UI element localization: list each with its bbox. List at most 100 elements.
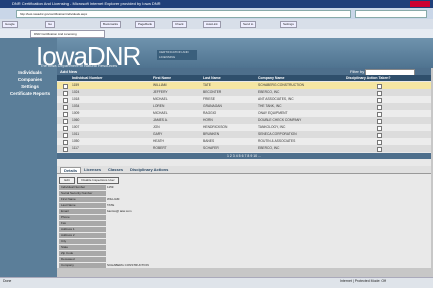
col-individual-number[interactable]: Individual Number	[72, 76, 103, 80]
detail-row: Address 2	[57, 233, 431, 238]
detail-row: State	[57, 245, 431, 250]
toolbar-check[interactable]: Check	[172, 21, 187, 28]
row-last: BRUNKEN	[203, 132, 220, 136]
row-num: 1060	[72, 118, 80, 122]
address-input[interactable]: http://test.iowadnr.gov/certification/in…	[16, 10, 351, 18]
row-num: 1034	[72, 104, 80, 108]
window-controls[interactable]	[410, 1, 430, 7]
detail-row: Last Name TATE	[57, 203, 431, 208]
row-company: SCHABERG CONSTRUCTION	[258, 83, 304, 87]
table-row[interactable]: 1034 LOREN GRANAGAN THE TANK, INC	[57, 103, 431, 110]
row-num: 1007	[72, 125, 80, 129]
detail-value: SCHABERG CONSTRUCTION	[107, 263, 149, 267]
row-company: ONAY EQUIPMENT	[258, 111, 288, 115]
table-row[interactable]: 1060 JAMES A. HORN DOUBLE CHECK COMPANY	[57, 117, 431, 124]
left-nav: Individuals Companies Settings Certifica…	[7, 70, 53, 98]
row-company: EBERCO, INC	[258, 90, 280, 94]
detail-row: Deceased	[57, 257, 431, 262]
row-first: JAMES A.	[153, 118, 168, 122]
row-num: 1018	[72, 97, 80, 101]
table-row[interactable]: 1024 JEFFERY BECONTER EBERCO, INC	[57, 89, 431, 96]
col-disciplinary[interactable]: Disciplinary Action Taken?	[346, 76, 391, 80]
table-row[interactable]: 1159 WILLIAM TATE SCHABERG CONSTRUCTION	[57, 82, 431, 89]
row-last: BANES	[203, 139, 215, 143]
nav-item-companies[interactable]: Companies	[7, 77, 53, 82]
table-row[interactable]: 1050 HEATH BANES ROUTIN & ASSOCIATES	[57, 138, 431, 145]
disciplinary-checkbox	[377, 147, 382, 152]
toolbar-bookmarks[interactable]: Bookmarks	[100, 21, 122, 28]
detail-row: Individual Number 1159	[57, 185, 431, 190]
row-company: THE TANK, INC	[258, 104, 282, 108]
row-first: WILLIAM	[153, 83, 167, 87]
table-row[interactable]: 1009 MICHAEL RAGGIO ONAY EQUIPMENT	[57, 110, 431, 117]
row-company: DOUBLE CHECK COMPANY	[258, 118, 302, 122]
row-num: 1009	[72, 111, 80, 115]
nav-item-certificate-reports[interactable]: Certificate Reports	[7, 91, 53, 96]
browser-search-input[interactable]	[355, 10, 427, 18]
toolbar-autolink[interactable]: AutoLink	[203, 21, 221, 28]
row-num: 1117	[72, 146, 79, 150]
toolbar-google[interactable]: Google	[2, 21, 18, 28]
detail-value: WILLIAM	[107, 197, 120, 201]
col-first-name[interactable]: First Name	[153, 76, 171, 80]
detail-label: Email	[59, 209, 106, 214]
header-app-title: CERTIFICATION AND LICENSING	[157, 50, 197, 60]
table-row[interactable]: 1011 GARY BRUNKEN SENECA CORPORATION	[57, 131, 431, 138]
filter-label: Filter by	[350, 69, 365, 74]
col-company-name[interactable]: Company Name	[258, 76, 284, 80]
browser-tab[interactable]: DNR Certification And Licensing	[30, 30, 105, 38]
row-last: TATE	[203, 83, 211, 87]
detail-label: City	[59, 239, 106, 244]
detail-label: Company	[59, 263, 106, 268]
row-first: HEATH	[153, 139, 164, 143]
table-row[interactable]: 1117 ROBERT SCHAFER EBERCO, INC	[57, 145, 431, 152]
add-new-link[interactable]: Add New	[60, 69, 77, 74]
tab-licenses[interactable]: Licenses	[84, 167, 101, 172]
toolbar-pagerank[interactable]: PageRank	[135, 21, 156, 28]
row-num: 1159	[72, 83, 80, 87]
row-company: EBERCO, INC	[258, 146, 280, 150]
security-zone: Internet | Protected Mode: Off	[340, 279, 386, 283]
edit-button[interactable]: Edit	[59, 177, 75, 184]
tab-classes[interactable]: Classes	[108, 167, 123, 172]
detail-row: Fax	[57, 221, 431, 226]
row-first: JEFFERY	[153, 90, 168, 94]
status-text: Done	[3, 279, 12, 283]
row-last: BECONTER	[203, 90, 222, 94]
window-title: DNR Certification And Licensing - Micros…	[12, 1, 161, 6]
row-last: GRANAGAN	[203, 104, 222, 108]
col-last-name[interactable]: Last Name	[203, 76, 221, 80]
detail-row: Phone	[57, 215, 431, 220]
row-first: GARY	[153, 132, 163, 136]
row-first: ROBERT	[153, 146, 167, 150]
toolbar-settings[interactable]: Settings	[280, 21, 297, 28]
detail-label: Social Security Number	[59, 191, 106, 196]
tab-disciplinary-actions[interactable]: Disciplinary Actions	[130, 167, 168, 172]
row-num: 1024	[72, 90, 80, 94]
nav-item-individuals[interactable]: Individuals	[7, 70, 53, 75]
row-last: HORN	[203, 118, 213, 122]
detail-row: City	[57, 239, 431, 244]
row-company: ANT ASSOCIATES, INC	[258, 97, 294, 101]
table-row[interactable]: 1018 MICHAEL FRIESE ANT ASSOCIATES, INC	[57, 96, 431, 103]
row-last: FRIESE	[203, 97, 215, 101]
pager[interactable]: 1 2 3 4 5 6 7 8 9 10 ...	[57, 153, 431, 159]
nav-item-settings[interactable]: Settings	[7, 84, 53, 89]
detail-label: Zip Code	[59, 251, 106, 256]
detail-row: Company SCHABERG CONSTRUCTION	[57, 263, 431, 268]
detail-row: First Name WILLIAM	[57, 197, 431, 202]
detail-label: Deceased	[59, 257, 106, 262]
detail-label: First Name	[59, 197, 106, 202]
row-select-checkbox[interactable]	[63, 147, 68, 152]
disable-inspections-button[interactable]: Disable Inspections User	[77, 177, 119, 184]
row-num: 1050	[72, 139, 80, 143]
detail-label: Address 1	[59, 227, 106, 232]
toolbar-sendto[interactable]: Send to	[240, 21, 257, 28]
toolbar-go[interactable]: Go	[45, 21, 56, 28]
tab-details[interactable]: Details	[60, 167, 82, 173]
row-first: MICHAEL	[153, 97, 168, 101]
table-row[interactable]: 1007 JON HENDRICKSON TANKOLOGY, INC	[57, 124, 431, 131]
detail-row: Social Security Number	[57, 191, 431, 196]
row-last: SCHAFER	[203, 146, 219, 150]
detail-value: 1159	[107, 185, 114, 189]
